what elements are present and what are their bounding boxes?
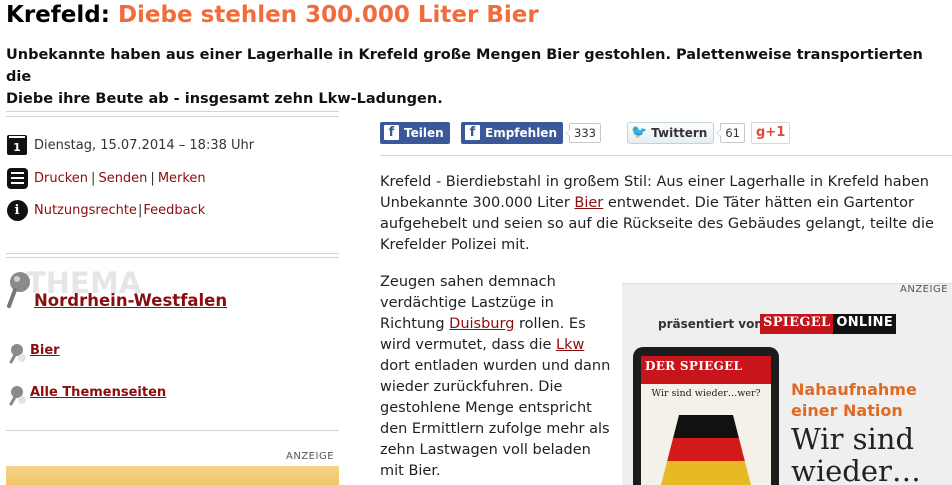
menu-icon [6, 167, 28, 189]
facebook-icon: f [384, 125, 399, 140]
save-link[interactable]: Merken [158, 171, 206, 186]
ad-banner-left[interactable] [6, 466, 339, 485]
pin-icon [9, 386, 26, 406]
actions-row: Drucken | Senden | Merken [6, 167, 206, 189]
cover-masthead: DER SPIEGEL [641, 356, 771, 384]
cover-flag-graphic [661, 415, 751, 485]
send-link[interactable]: Senden [98, 171, 147, 186]
feedback-link[interactable]: Feedback [143, 203, 205, 218]
article-paragraph-1: Krefeld - Bierdiebstahl in großem Stil: … [380, 174, 934, 253]
facebook-recommend-button[interactable]: f Empfehlen [461, 121, 563, 144]
teaser-line-1: Unbekannte haben aus einer Lagerhalle in… [6, 47, 923, 85]
facebook-icon: f [465, 125, 480, 140]
publish-date: Dienstag, 15.07.2014 – 18:38 Uhr [34, 137, 255, 153]
rights-link[interactable]: Nutzungsrechte [34, 203, 137, 218]
divider [6, 430, 339, 431]
inline-link-lkw[interactable]: Lkw [556, 337, 584, 353]
topic-link-all-themes[interactable]: Alle Themenseiten [30, 385, 166, 400]
article-teaser: Unbekannte haben aus einer Lagerhalle in… [6, 44, 946, 110]
thema-title-link[interactable]: Nordrhein-Westfalen [34, 291, 227, 310]
rights-row: i Nutzungsrechte | Feedback [6, 199, 205, 221]
date-row: 1 Dienstag, 15.07.2014 – 18:38 Uhr [6, 134, 254, 156]
share-bar: f Empfehlen 333 [461, 121, 601, 144]
facebook-count: 333 [565, 122, 601, 143]
twitter-button[interactable]: 🐦 Twittern [627, 121, 715, 144]
separator: | [137, 202, 143, 218]
pin-icon [7, 272, 30, 308]
ad-presented-by: präsentiert von [658, 317, 763, 331]
ad-label: ANZEIGE [286, 451, 335, 462]
ad-headline: Wir sind wieder… [791, 422, 921, 485]
inline-link-bier[interactable]: Bier [574, 195, 603, 211]
share-bar: f Teilen [380, 121, 450, 144]
ad-slogan: Nahaufnahme einer Nation [791, 380, 917, 420]
print-link[interactable]: Drucken [34, 171, 88, 186]
pin-icon [9, 344, 26, 364]
article-headline: Krefeld: Diebe stehlen 300.000 Liter Bie… [6, 2, 539, 28]
headline-kicker: Krefeld: [6, 2, 118, 28]
divider [6, 253, 339, 254]
separator: | [91, 170, 96, 186]
google-plus-button[interactable]: g+1 [751, 121, 791, 144]
tablet-cover-image: DER SPIEGEL Wir sind wieder…wer? [633, 347, 779, 485]
teaser-line-2: Diebe ihre Beute ab - insgesamt zehn Lkw… [6, 91, 443, 107]
share-bar: 🐦 Twittern 61 [627, 121, 745, 144]
headline-title: Diebe stehlen 300.000 Liter Bier [117, 2, 539, 28]
divider [6, 257, 339, 258]
topic-link-bier[interactable]: Bier [30, 343, 60, 358]
divider [6, 116, 339, 117]
share-bar: g+1 [751, 121, 791, 144]
calendar-icon: 1 [6, 134, 28, 156]
twitter-bird-icon: 🐦 [631, 125, 648, 140]
ad-label: ANZEIGE [900, 284, 949, 295]
article-paragraph-2: Zeugen sahen demnach verdächtige Lastzüg… [380, 274, 611, 479]
inline-link-duisburg[interactable]: Duisburg [449, 316, 514, 332]
cover-title: Wir sind wieder…wer? [651, 388, 761, 399]
divider [380, 155, 952, 156]
separator: | [150, 170, 155, 186]
facebook-share-button[interactable]: f Teilen [380, 121, 450, 144]
divider [6, 111, 339, 112]
twitter-count: 61 [716, 122, 745, 143]
spiegel-online-logo: SPIEGEL ONLINE [760, 314, 897, 334]
info-icon: i [6, 199, 28, 221]
